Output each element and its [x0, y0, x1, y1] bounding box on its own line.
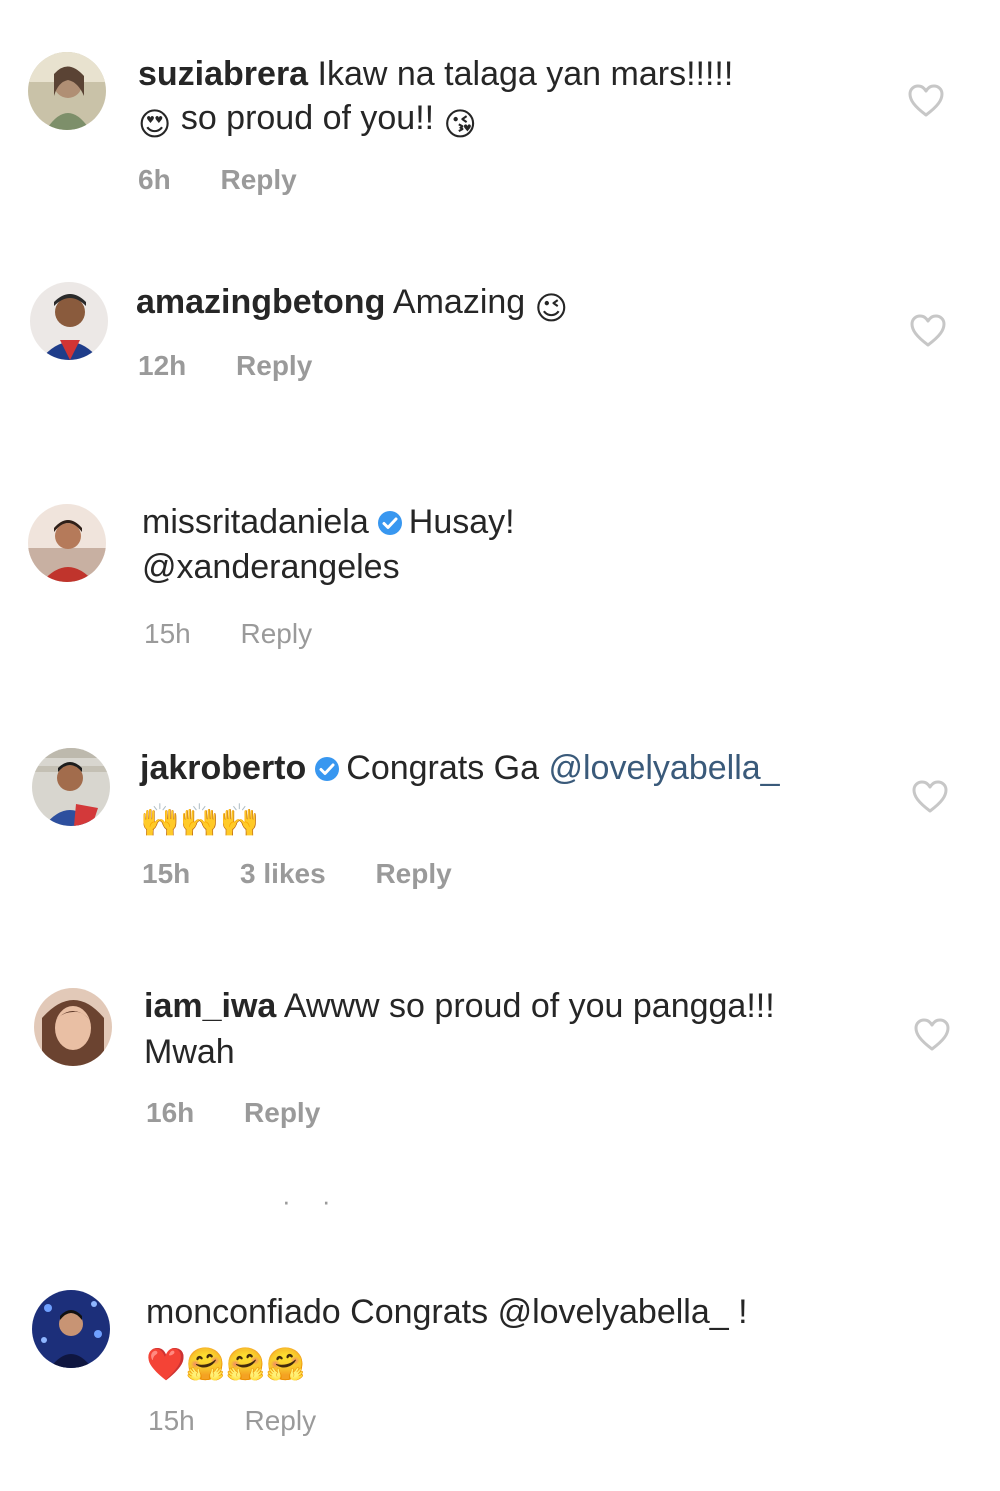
comment-meta: 12h Reply: [138, 349, 354, 383]
comment-body: Amazing: [392, 283, 526, 321]
avatar[interactable]: [28, 52, 106, 130]
comment-body: Congrats: [350, 1293, 489, 1331]
comment-meta: 6h Reply: [138, 163, 339, 197]
comment-body-line2: Mwah: [144, 1033, 235, 1071]
heart-outline-icon[interactable]: [912, 780, 948, 814]
comment-body: Husay!: [408, 503, 515, 541]
comment-meta: 15h 3 likes Reply: [142, 857, 494, 891]
reply-button[interactable]: Reply: [244, 1097, 320, 1128]
comment-likes-count[interactable]: 3 likes: [240, 858, 326, 889]
comment-text-line2: 😍 so proud of you!! 😘: [138, 96, 477, 141]
mention-link[interactable]: @xanderangeles: [142, 548, 400, 586]
verified-badge-icon: [377, 503, 403, 535]
comment-timestamp: 16h: [146, 1097, 195, 1128]
mention-link[interactable]: @lovelyabella_: [498, 1293, 729, 1331]
comment-timestamp: 6h: [138, 164, 171, 195]
comment-text: monconfiado Congrats @lovelyabella_ !: [146, 1290, 748, 1335]
reply-button[interactable]: Reply: [375, 858, 451, 889]
comment-body: Awww so proud of you pangga!!!: [283, 987, 775, 1025]
comment-text: suziabrera Ikaw na talaga yan mars!!!!!: [138, 52, 733, 97]
comment-timestamp: 12h: [138, 350, 187, 381]
avatar[interactable]: [30, 282, 108, 360]
heart-outline-icon[interactable]: [914, 1018, 950, 1052]
comment-body-line2: so proud of you!!: [180, 99, 435, 137]
comment-text: missritadaniela Husay!: [142, 500, 515, 545]
avatar[interactable]: [28, 504, 106, 582]
comment-body-suffix: !: [728, 1293, 748, 1331]
avatar[interactable]: [34, 988, 112, 1066]
comment-meta: 16h Reply: [146, 1096, 362, 1130]
comment-body: Congrats Ga: [346, 749, 540, 787]
verified-badge-icon: [314, 749, 340, 781]
raising-hands-emoji-icon: 🙌🙌🙌: [140, 802, 260, 838]
comment-body: Ikaw na talaga yan mars!!!!!: [317, 55, 734, 93]
heart-and-hugging-emoji-icon: ❤️🤗🤗🤗: [146, 1346, 306, 1382]
comment-timestamp: 15h: [142, 858, 191, 889]
comment-username[interactable]: suziabrera: [138, 55, 308, 93]
comment-username[interactable]: amazingbetong: [136, 283, 385, 321]
comment-text-line2: Mwah: [144, 1030, 235, 1075]
comment-text: iam_iwa Awww so proud of you pangga!!!: [144, 984, 775, 1029]
reply-button[interactable]: Reply: [236, 350, 312, 381]
reply-button[interactable]: Reply: [241, 618, 313, 649]
heart-eyes-emoji-icon: 😍: [138, 106, 172, 142]
comment-meta: 15h Reply: [148, 1404, 358, 1438]
avatar[interactable]: [32, 1290, 110, 1368]
comment-meta: 15h Reply: [144, 617, 354, 651]
comment-username[interactable]: monconfiado: [146, 1293, 341, 1331]
reply-button[interactable]: Reply: [220, 164, 296, 195]
comment-text-line2: ❤️🤗🤗🤗: [146, 1336, 305, 1381]
heart-outline-icon[interactable]: [908, 84, 944, 118]
comment-username[interactable]: missritadaniela: [142, 503, 369, 541]
heart-outline-icon[interactable]: [910, 314, 946, 348]
comment-timestamp: 15h: [148, 1405, 195, 1436]
mention-link[interactable]: @lovelyabella_: [548, 749, 779, 787]
comment-username[interactable]: jakroberto: [140, 749, 306, 787]
kissing-face-emoji-icon: 😘: [443, 106, 477, 142]
comment-text-line2: 🙌🙌🙌: [140, 792, 260, 837]
comment-username[interactable]: iam_iwa: [144, 987, 276, 1025]
winking-face-emoji-icon: 😉: [534, 290, 569, 326]
load-more-indicator[interactable]: · ·: [282, 1186, 343, 1217]
comment-text: jakroberto Congrats Ga @lovelyabella_: [140, 746, 780, 791]
comment-text-line2: @xanderangeles: [142, 545, 400, 590]
comment-text: amazingbetong Amazing 😉: [136, 280, 568, 325]
comment-timestamp: 15h: [144, 618, 191, 649]
avatar[interactable]: [32, 748, 110, 826]
reply-button[interactable]: Reply: [245, 1405, 317, 1436]
